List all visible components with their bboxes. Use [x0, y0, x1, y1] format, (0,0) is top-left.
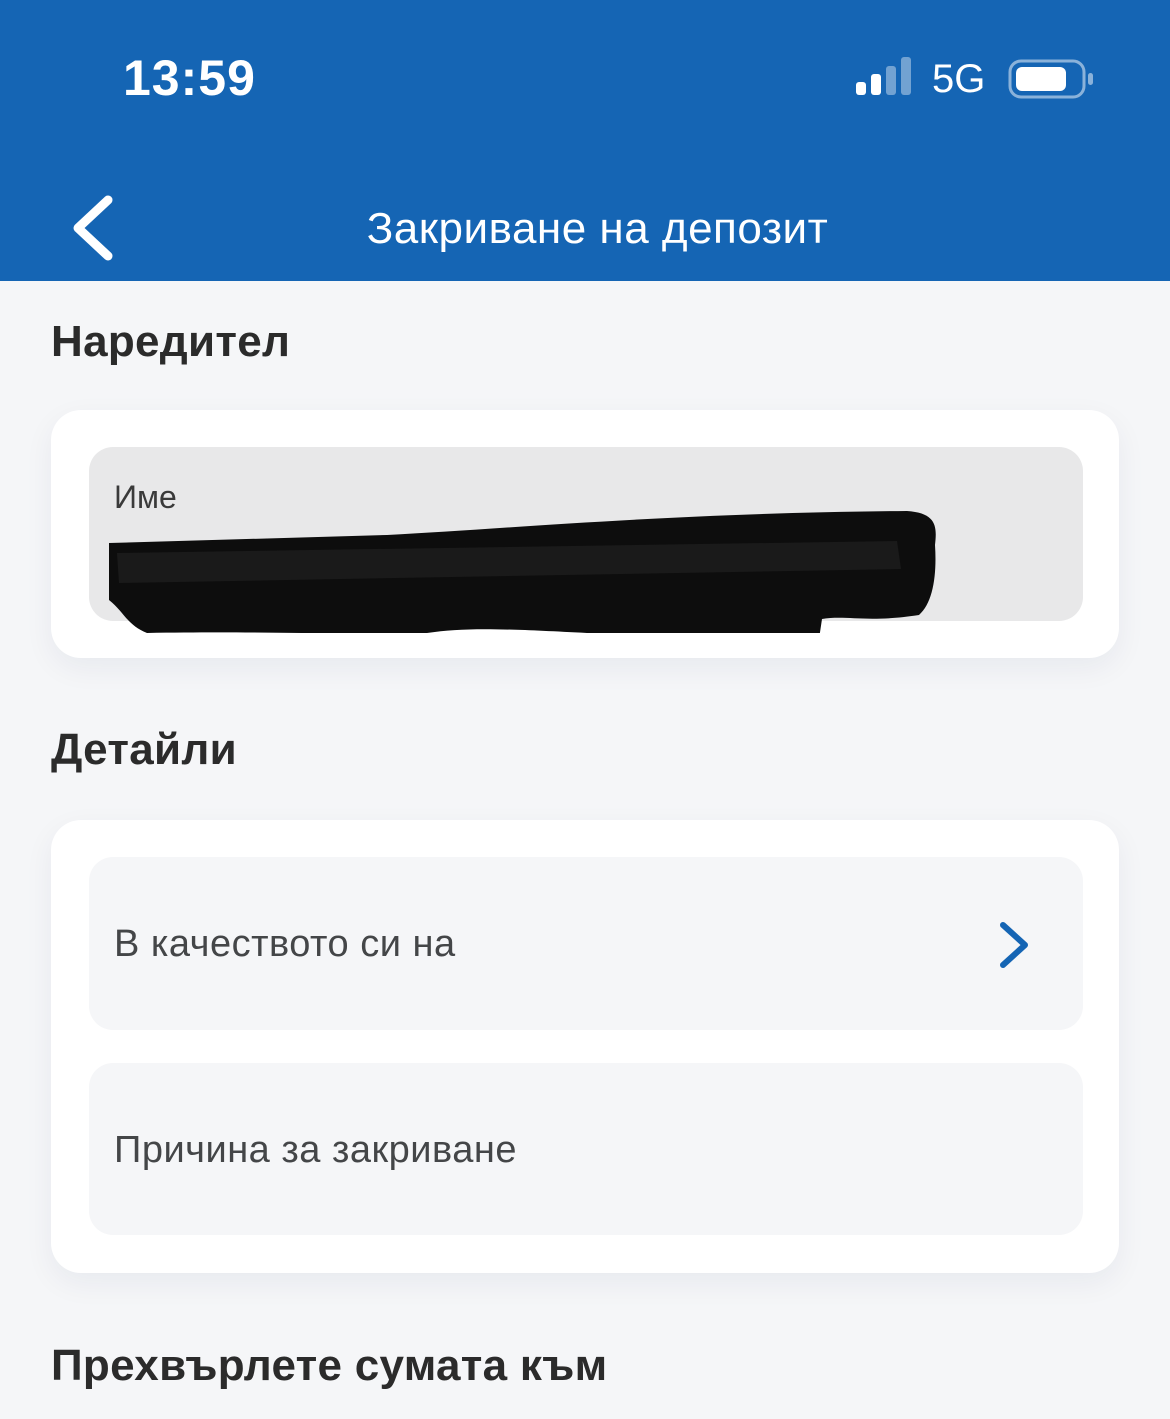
- cellular-signal-icon: [856, 57, 911, 95]
- battery-icon: [1008, 59, 1093, 99]
- capacity-field[interactable]: В качеството си на: [89, 857, 1083, 1030]
- closing-reason-field-label: Причина за закриване: [114, 1129, 518, 1171]
- capacity-field-label: В качеството си на: [114, 923, 456, 965]
- redacted-name-value: [109, 511, 936, 633]
- details-card: В качеството си на Причина за закриване: [51, 820, 1119, 1273]
- app-header: 13:59 5G Закриване на депозит: [0, 0, 1170, 281]
- network-type: 5G: [932, 57, 986, 101]
- orderer-card: Име: [51, 410, 1119, 658]
- section-title-details: Детайли: [51, 725, 237, 774]
- section-title-transfer: Прехвърлете сумата към: [51, 1341, 608, 1390]
- section-title-orderer: Наредител: [51, 317, 291, 366]
- status-time: 13:59: [123, 50, 256, 106]
- closing-reason-field[interactable]: Причина за закриване: [89, 1063, 1083, 1235]
- page-title: Закриване на депозит: [366, 204, 829, 253]
- back-button[interactable]: [66, 192, 122, 264]
- chevron-right-icon: [1000, 922, 1028, 968]
- name-field: Име: [89, 447, 1083, 633]
